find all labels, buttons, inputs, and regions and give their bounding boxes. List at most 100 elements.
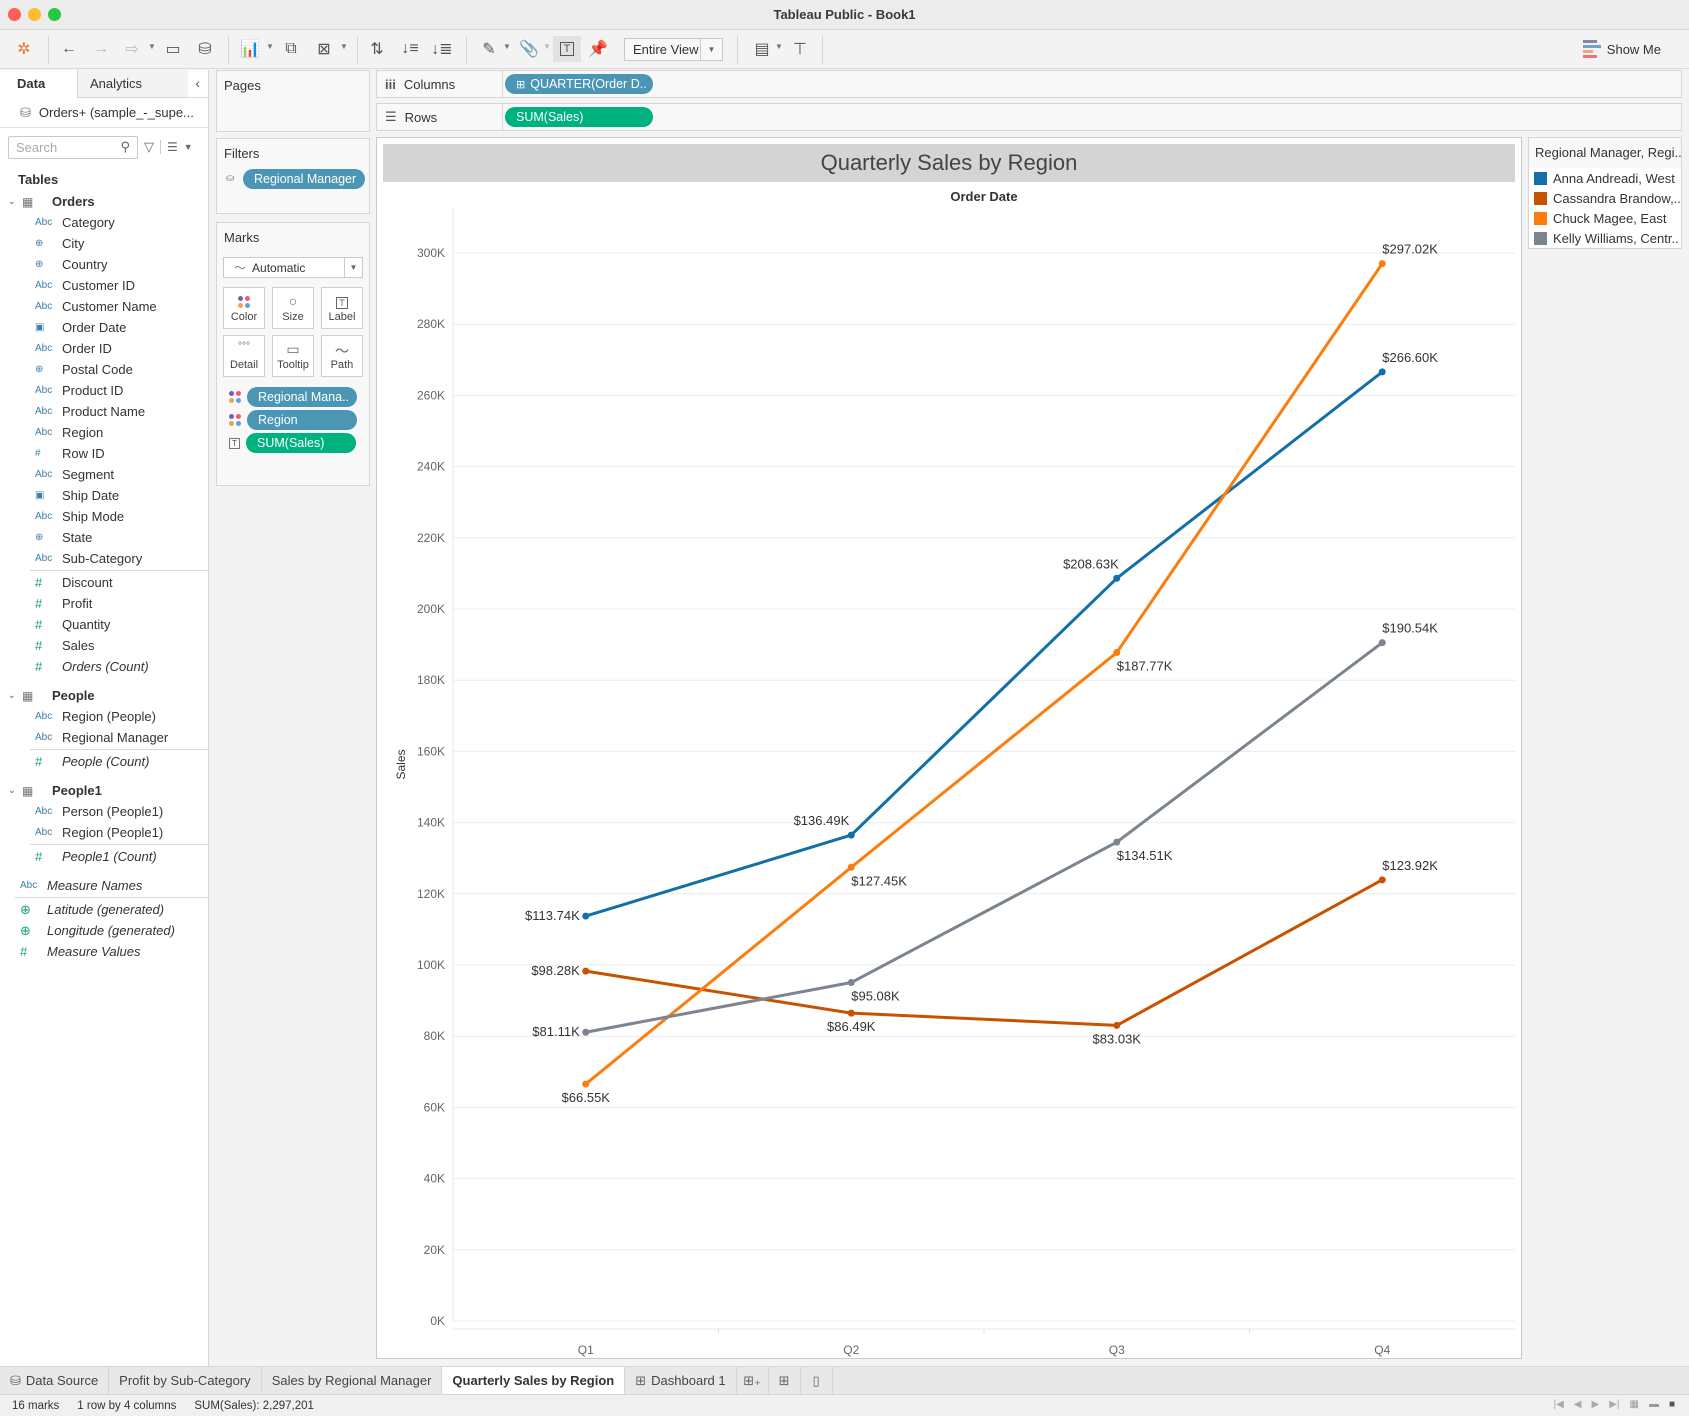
data-point[interactable] [582, 1028, 590, 1036]
chevron-down-icon[interactable]: ⌄ [8, 196, 22, 207]
save-icon[interactable]: ▭ [159, 36, 187, 62]
first-page-icon[interactable]: |◀ [1554, 1399, 1564, 1410]
data-point[interactable] [1378, 876, 1386, 884]
chevron-down-icon[interactable]: ▼ [184, 142, 193, 152]
fit-dropdown[interactable]: Entire View ▼ [624, 38, 723, 61]
data-point[interactable] [582, 912, 590, 920]
tab-data[interactable]: Data [0, 70, 78, 98]
new-worksheet-icon[interactable]: 📊 [236, 36, 264, 62]
label-button[interactable]: T Label [321, 287, 363, 329]
sorter-view-icon[interactable]: ▦ [1630, 1399, 1639, 1410]
rows-shelf[interactable]: ☰ Rows SUM(Sales) [376, 103, 1682, 131]
field-item[interactable]: ⊕ City [0, 233, 208, 254]
sheet-tab[interactable]: ⛁ Data Source [0, 1367, 110, 1394]
next-page-icon[interactable]: ▶ [1592, 1399, 1600, 1410]
field-item[interactable]: Abc Region (People) [0, 706, 208, 727]
field-item[interactable]: Abc Product ID [0, 380, 208, 401]
sheet-tab[interactable]: Profit by Sub-Category [109, 1367, 262, 1394]
rows-pill-sum-sales[interactable]: SUM(Sales) [505, 107, 653, 127]
field-item[interactable]: Abc Person (People1) [0, 801, 208, 822]
pin-icon[interactable]: 📌 [584, 36, 612, 62]
duplicate-sheet-icon[interactable]: ⧉ [277, 36, 305, 62]
data-point[interactable] [582, 1080, 590, 1088]
filters-card[interactable]: Filters ⛀ Regional Manager [216, 138, 370, 214]
field-item[interactable]: Abc Segment [0, 464, 208, 485]
collapse-pane-icon[interactable]: ‹ [195, 75, 200, 91]
field-item[interactable]: ⊕ Postal Code [0, 359, 208, 380]
field-item[interactable]: Abc Category [0, 212, 208, 233]
data-point[interactable] [1378, 260, 1386, 268]
list-view-icon[interactable]: ☰ [160, 140, 178, 154]
field-item[interactable]: Abc Ship Mode [0, 506, 208, 527]
highlight-icon[interactable]: ✎ [475, 36, 503, 62]
path-button[interactable]: 〜 Path [321, 335, 363, 377]
redo-icon[interactable]: → [87, 36, 115, 62]
sort-ascending-icon[interactable]: ↓≡ [396, 36, 424, 62]
tabs-view-icon[interactable]: ■ [1669, 1399, 1675, 1410]
field-item[interactable]: Abc Region [0, 422, 208, 443]
field-item[interactable]: ▣ Order Date [0, 317, 208, 338]
sort-descending-icon[interactable]: ↓≣ [428, 36, 456, 62]
legend-item[interactable]: Cassandra Brandow,.. [1529, 188, 1681, 208]
field-item[interactable]: Abc Measure Names [0, 875, 208, 896]
columns-pill-quarter[interactable]: ⊞ QUARTER(Order D.. [505, 74, 653, 94]
table-header[interactable]: ⌄ ▦ Orders [0, 191, 208, 212]
field-item[interactable]: # Quantity [0, 614, 208, 635]
mark-pill-sum-sales[interactable]: SUM(Sales) [246, 433, 356, 453]
mark-type-dropdown[interactable]: 〜 Automatic ▼ [223, 257, 363, 278]
chevron-down-icon[interactable]: ⌄ [8, 785, 22, 796]
mark-pill-regional-manager[interactable]: Regional Mana.. [247, 387, 357, 407]
mark-pill-region[interactable]: Region [247, 410, 357, 430]
filmstrip-view-icon[interactable]: ▬ [1649, 1399, 1659, 1410]
undo-icon[interactable]: ← [55, 36, 83, 62]
tableau-logo-icon[interactable]: ✲ [10, 36, 38, 62]
field-item[interactable]: ⊕ State [0, 527, 208, 548]
data-point[interactable] [847, 979, 855, 987]
sheet-tab[interactable]: Quarterly Sales by Region [442, 1367, 626, 1394]
table-header[interactable]: ⌄ ▦ People [0, 685, 208, 706]
search-input[interactable]: Search ⚲ [8, 135, 138, 159]
field-item[interactable]: # Measure Values [0, 941, 208, 962]
data-point[interactable] [1113, 838, 1121, 846]
sheet-tab[interactable]: ⊞ Dashboard 1 [625, 1367, 737, 1394]
size-button[interactable]: ○ Size [272, 287, 314, 329]
field-item[interactable]: # Orders (Count) [0, 656, 208, 677]
field-item[interactable]: ⊕ Country [0, 254, 208, 275]
data-point[interactable] [847, 831, 855, 839]
field-item[interactable]: # Row ID [0, 443, 208, 464]
new-datasource-icon[interactable]: ⛁ [191, 36, 219, 62]
prev-page-icon[interactable]: ◀ [1574, 1399, 1582, 1410]
pages-card[interactable]: Pages [216, 70, 370, 132]
detail-button[interactable]: °°° Detail [223, 335, 265, 377]
field-item[interactable]: # Profit [0, 593, 208, 614]
field-item[interactable]: ⊕ Longitude (generated) [0, 920, 208, 941]
datasource-item[interactable]: ⛁ Orders+ (sample_-_supe... [0, 98, 208, 128]
data-point[interactable] [847, 863, 855, 871]
color-button[interactable]: Color [223, 287, 265, 329]
field-item[interactable]: Abc Customer ID [0, 275, 208, 296]
data-point[interactable] [1113, 1021, 1121, 1029]
columns-shelf[interactable]: iii Columns ⊞ QUARTER(Order D.. [376, 70, 1682, 98]
field-item[interactable]: # People1 (Count) [0, 846, 208, 867]
new-worksheet-icon[interactable]: ⊞₊ [737, 1367, 769, 1394]
clear-sheet-icon[interactable]: ⊠ [310, 36, 338, 62]
tab-analytics[interactable]: Analytics [78, 70, 188, 98]
show-cards-icon[interactable]: ▤ [748, 36, 776, 62]
filter-icon[interactable]: ▽ [144, 139, 154, 155]
data-point[interactable] [1378, 639, 1386, 647]
tooltip-button[interactable]: ▭ Tooltip [272, 335, 314, 377]
field-item[interactable]: Abc Product Name [0, 401, 208, 422]
new-story-icon[interactable]: ▯ [801, 1367, 833, 1394]
data-point[interactable] [847, 1009, 855, 1017]
data-point[interactable] [582, 967, 590, 975]
field-item[interactable]: Abc Customer Name [0, 296, 208, 317]
chevron-down-icon[interactable]: ⌄ [8, 690, 22, 701]
field-item[interactable]: Abc Region (People1) [0, 822, 208, 843]
new-dashboard-icon[interactable]: ⊞ [769, 1367, 801, 1394]
field-item[interactable]: # Discount [0, 572, 208, 593]
field-item[interactable]: Abc Regional Manager [0, 727, 208, 748]
data-point[interactable] [1378, 368, 1386, 376]
table-header[interactable]: ⌄ ▦ People1 [0, 780, 208, 801]
field-item[interactable]: Abc Sub-Category [0, 548, 208, 569]
swap-icon[interactable]: ⇅ [363, 36, 391, 62]
